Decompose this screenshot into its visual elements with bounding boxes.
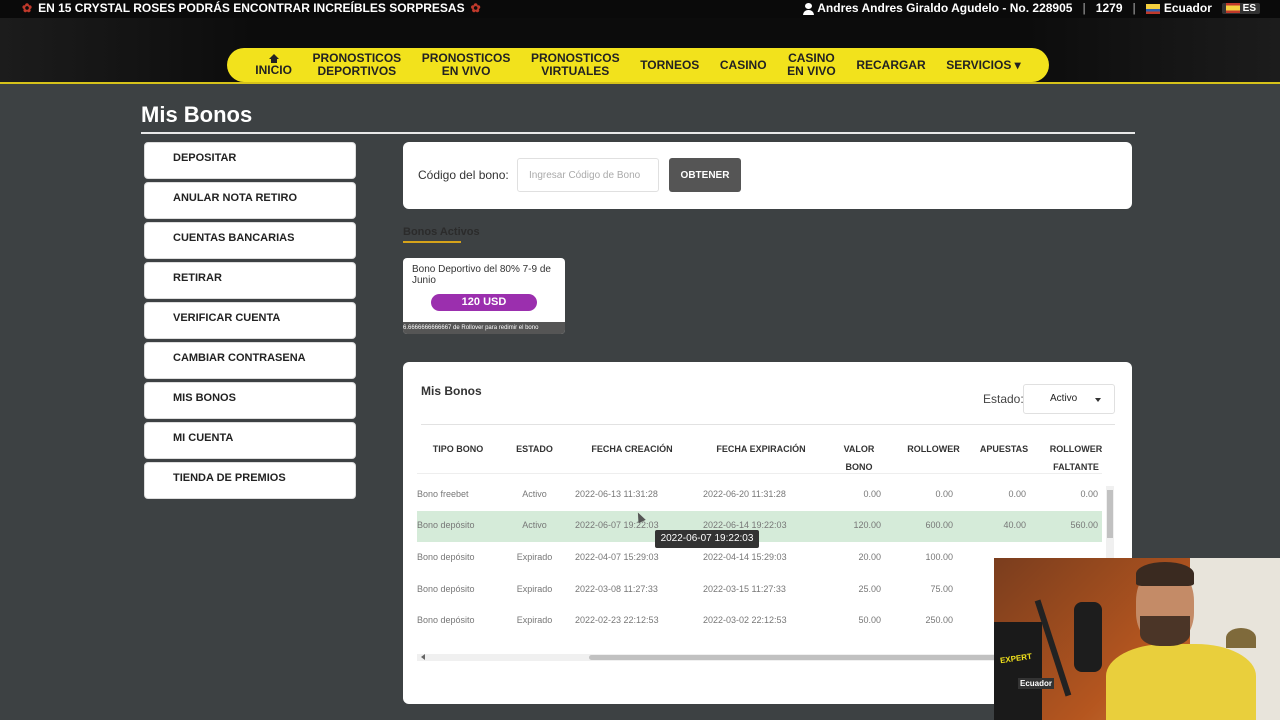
nav-torneos[interactable]: TORNEOS — [640, 58, 699, 72]
spain-flag-icon — [1225, 2, 1240, 13]
microphone-icon — [1074, 602, 1102, 672]
divider — [421, 424, 1115, 425]
lamp — [1226, 628, 1256, 648]
estado-label: Estado: — [983, 392, 1024, 406]
bonus-code-input[interactable] — [517, 158, 659, 192]
user-icon — [803, 2, 815, 15]
person-hair — [1136, 562, 1194, 586]
column-header[interactable]: FECHA EXPIRACIÓN — [701, 440, 821, 458]
top-bar: ✿ EN 15 CRYSTAL ROSES PODRÁS ENCONTRAR IN… — [0, 0, 1280, 18]
nav-casino[interactable]: CASINO — [720, 58, 767, 72]
user-account[interactable]: Andres Andres Giraldo Agudelo - No. 2289… — [803, 1, 1072, 15]
main-nav: INICIO PRONOSTICOS DEPORTIVOS PRONOSTICO… — [227, 48, 1049, 82]
heading-underline — [403, 241, 461, 243]
column-header[interactable]: VALOR BONO — [829, 440, 889, 476]
active-bonus-card[interactable]: Bono Deportivo del 80% 7-9 de Junio 120 … — [403, 258, 565, 334]
user-name: Andres Andres Giraldo Agudelo - No. 2289… — [817, 1, 1073, 15]
bonus-code-label: Código del bono: — [418, 168, 509, 182]
sidebar-item-cambiar-contrasena[interactable]: CAMBIAR CONTRASENA — [144, 342, 356, 379]
sidebar-item-retirar[interactable]: RETIRAR — [144, 262, 356, 299]
caret-down-icon — [1095, 398, 1101, 402]
ecuador-flag-icon — [1145, 3, 1160, 14]
bonus-amount-badge: 120 USD — [431, 294, 537, 311]
column-header[interactable]: APUESTAS — [973, 440, 1035, 458]
active-bonuses-heading: Bonos Activos — [403, 226, 480, 238]
sidebar-item-tienda-de-premios[interactable]: TIENDA DE PREMIOS — [144, 462, 356, 499]
obtener-button[interactable]: OBTENER — [669, 158, 741, 192]
nav-inicio[interactable]: INICIO — [255, 53, 292, 77]
rose-icon: ✿ — [22, 1, 33, 15]
estado-select[interactable]: Activo — [1023, 384, 1115, 414]
sidebar-item-mis-bonos[interactable]: MIS BONOS — [144, 382, 356, 419]
country-selector[interactable]: Ecuador — [1145, 1, 1212, 15]
divider — [141, 132, 1135, 134]
scroll-left-icon[interactable] — [421, 654, 425, 660]
user-info: Andres Andres Giraldo Agudelo - No. 2289… — [803, 1, 1260, 15]
bonus-rollover-note: 6.6666666666667 de Rollover para redimir… — [403, 322, 565, 334]
column-header[interactable]: ROLLOWER FALTANTE — [1041, 440, 1102, 476]
nav-pronosticos-virtuales[interactable]: PRONOSTICOS VIRTUALES — [531, 52, 620, 78]
balance[interactable]: 1279 — [1096, 1, 1123, 15]
table-row[interactable]: Bono depósito Activo 2022-06-07 19:22:03… — [417, 511, 1102, 542]
banner-text: Ecuador — [1018, 678, 1055, 689]
column-header[interactable]: TIPO BONO — [417, 440, 499, 458]
page-title: Mis Bonos — [141, 102, 253, 127]
sidebar-item-anular-nota-retiro[interactable]: ANULAR NOTA RETIRO — [144, 182, 356, 219]
promo-banner[interactable]: ✿ EN 15 CRYSTAL ROSES PODRÁS ENCONTRAR IN… — [22, 1, 481, 15]
promo-text: EN 15 CRYSTAL ROSES PODRÁS ENCONTRAR INC… — [38, 1, 465, 15]
sidebar-item-verificar-cuenta[interactable]: VERIFICAR CUENTA — [144, 302, 356, 339]
person-beard — [1140, 616, 1190, 646]
nav-pronosticos-en-vivo[interactable]: PRONOSTICOS EN VIVO — [422, 52, 511, 78]
nav-recargar[interactable]: RECARGAR — [856, 58, 925, 72]
home-icon — [268, 53, 279, 63]
nav-servicios[interactable]: SERVICIOS ▾ — [946, 58, 1021, 72]
sidebar-item-cuentas-bancarias[interactable]: CUENTAS BANCARIAS — [144, 222, 356, 259]
table-row[interactable]: Bono freebet Activo 2022-06-13 11:31:28 … — [417, 480, 1102, 511]
bonus-code-card: Código del bono: OBTENER — [403, 142, 1132, 209]
account-sidebar: DEPOSITAR ANULAR NOTA RETIRO CUENTAS BAN… — [144, 142, 356, 502]
scrollbar-thumb[interactable] — [589, 655, 1006, 660]
webcam-overlay: EXPERT Ecuador — [994, 558, 1280, 720]
language-selector[interactable]: ES — [1221, 2, 1260, 14]
table-header: TIPO BONO ESTADO FECHA CREACIÓN FECHA EX… — [417, 434, 1102, 474]
column-header[interactable]: FECHA CREACIÓN — [577, 440, 687, 458]
person-body — [1106, 644, 1256, 720]
column-header[interactable]: ROLLOWER — [901, 440, 966, 458]
date-tooltip: 2022-06-07 19:22:03 — [655, 530, 759, 548]
sidebar-item-mi-cuenta[interactable]: MI CUENTA — [144, 422, 356, 459]
bonus-name: Bono Deportivo del 80% 7-9 de Junio — [412, 264, 551, 286]
rose-icon: ✿ — [470, 1, 481, 15]
column-header[interactable]: ESTADO — [507, 440, 562, 458]
banner — [994, 622, 1042, 720]
horizontal-scrollbar[interactable] — [417, 654, 1006, 661]
nav-pronosticos-deportivos[interactable]: PRONOSTICOS DEPORTIVOS — [312, 52, 401, 78]
scrollbar-thumb[interactable] — [1107, 490, 1113, 538]
sidebar-item-depositar[interactable]: DEPOSITAR — [144, 142, 356, 179]
my-bonuses-title: Mis Bonos — [421, 384, 482, 398]
nav-casino-en-vivo[interactable]: CASINO EN VIVO — [787, 52, 836, 78]
